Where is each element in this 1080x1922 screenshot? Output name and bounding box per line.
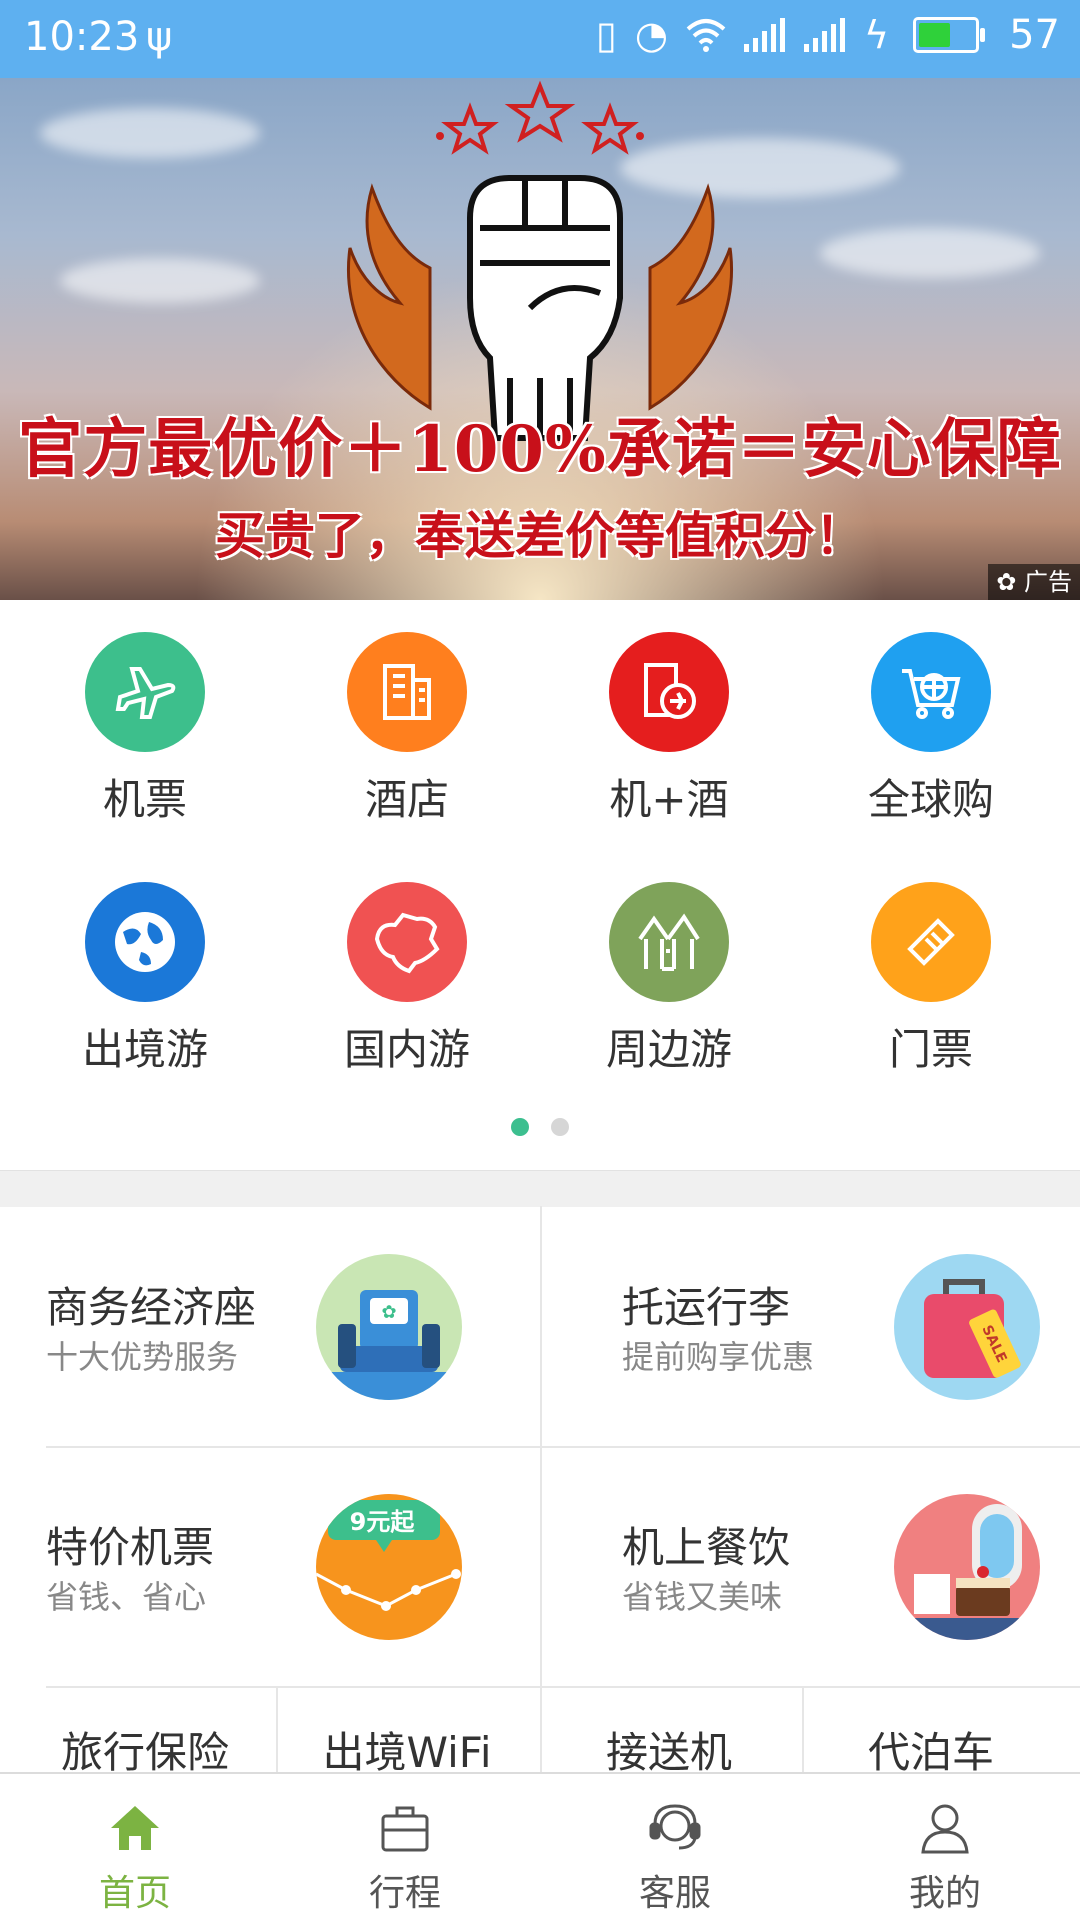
banner-subline: 买贵了，奉送差价等值积分！ (215, 506, 865, 565)
promo-banner[interactable]: 官方最优价＋100%承诺＝安心保障 买贵了，奉送差价等值积分！ ✿ 广告 (0, 78, 1080, 600)
status-time: 10:23 (24, 14, 140, 60)
category-flight-hotel[interactable]: 机+酒 (534, 600, 804, 840)
banner-headline: 官方最优价＋100%承诺＝安心保障 (18, 412, 1062, 487)
nav-label: 首页 (98, 1873, 171, 1914)
category-grid: 机票 酒店 机+酒 全球购 出境游 国内游 周边游 门票 (0, 600, 1080, 1170)
service-airport-transfer[interactable]: 接送机 (534, 1688, 804, 1772)
seat-icon: ✿ (316, 1254, 462, 1400)
nav-label: 我的 (908, 1873, 981, 1914)
ad-tag-label: 广告 (1024, 568, 1072, 596)
plane-icon (85, 632, 205, 752)
category-hotel[interactable]: 酒店 (272, 600, 542, 840)
luggage-sale-icon: SALE (894, 1254, 1040, 1400)
home-icon (111, 1806, 159, 1850)
service-label: 出境WiFi (322, 1728, 492, 1772)
service-valet-parking[interactable]: 代泊车 (796, 1688, 1066, 1772)
battery-level: 57 (1009, 12, 1060, 58)
service-label: 代泊车 (867, 1728, 994, 1772)
battery-icon (913, 17, 986, 53)
cart-globe-icon (871, 632, 991, 752)
service-travel-insurance[interactable]: 旅行保险 (10, 1688, 280, 1772)
briefcase-icon (381, 1806, 429, 1852)
promo-subtitle: 省钱又美味 (622, 1578, 783, 1616)
house-icon (609, 882, 729, 1002)
service-label: 接送机 (605, 1728, 732, 1772)
category-global-shopping[interactable]: 全球购 (796, 600, 1066, 840)
price-badge: 9元起 (350, 1508, 416, 1536)
nav-profile[interactable]: 我的 (810, 1774, 1080, 1922)
wifi-icon (686, 19, 726, 52)
inflight-meal-icon (894, 1494, 1040, 1640)
signal-icon (744, 18, 786, 52)
category-label: 周边游 (605, 1025, 732, 1074)
price-chart-icon: 9元起 (316, 1494, 462, 1640)
flight-hotel-icon (609, 632, 729, 752)
nav-itinerary[interactable]: 行程 (270, 1774, 540, 1922)
nav-customer-service[interactable]: 客服 (540, 1774, 810, 1922)
svg-text:✿: ✿ (381, 1302, 396, 1323)
ad-icon: ✿ (996, 568, 1017, 596)
promo-special-flights[interactable]: 特价机票 省钱、省心 9元起 (0, 1446, 540, 1686)
service-row: 旅行保险 出境WiFi 接送机 代泊车 (0, 1688, 1080, 1772)
promo-title: 托运行李 (622, 1283, 791, 1332)
nav-label: 行程 (368, 1873, 441, 1914)
promo-business-economy[interactable]: 商务经济座 十大优势服务 ✿ (0, 1206, 540, 1446)
battery-fill (919, 23, 951, 47)
category-label: 机+酒 (609, 775, 729, 824)
alarm-icon: ◔ (634, 13, 669, 57)
service-label: 旅行保险 (60, 1728, 229, 1772)
category-label: 全球购 (867, 775, 994, 824)
status-bar: 10:23 ψ ▯ ◔ ϟ 57 (0, 0, 1080, 78)
ticket-icon (871, 882, 991, 1002)
promo-title: 特价机票 (46, 1523, 215, 1572)
category-domestic-travel[interactable]: 国内游 (272, 850, 542, 1090)
category-outbound-travel[interactable]: 出境游 (10, 850, 280, 1090)
category-label: 国内游 (343, 1025, 470, 1074)
nav-home[interactable]: 首页 (0, 1774, 270, 1922)
service-outbound-wifi[interactable]: 出境WiFi (272, 1688, 542, 1772)
promo-subtitle: 十大优势服务 (46, 1338, 239, 1376)
promo-checked-baggage[interactable]: 托运行李 提前购享优惠 SALE (540, 1206, 1080, 1446)
ad-tag: ✿ 广告 (988, 564, 1080, 600)
category-flights[interactable]: 机票 (10, 600, 280, 840)
category-nearby-travel[interactable]: 周边游 (534, 850, 804, 1090)
page-dot[interactable] (551, 1118, 569, 1136)
promo-inflight-meals[interactable]: 机上餐饮 省钱又美味 (540, 1446, 1080, 1686)
signal-icon (804, 18, 846, 52)
category-label: 酒店 (364, 775, 449, 824)
promo-title: 机上餐饮 (622, 1523, 791, 1572)
vibrate-icon: ▯ (595, 13, 617, 57)
charging-icon: ϟ (864, 13, 890, 57)
promo-subtitle: 省钱、省心 (46, 1578, 207, 1616)
promo-title: 商务经济座 (46, 1283, 257, 1332)
nav-label: 客服 (638, 1873, 711, 1914)
globe-icon (85, 882, 205, 1002)
category-label: 出境游 (81, 1025, 208, 1074)
user-icon (921, 1804, 969, 1854)
category-label: 门票 (888, 1025, 973, 1074)
page-dot-active[interactable] (511, 1118, 529, 1136)
category-label: 机票 (102, 775, 187, 824)
headset-icon (649, 1804, 701, 1850)
category-tickets[interactable]: 门票 (796, 850, 1066, 1090)
promo-subtitle: 提前购享优惠 (622, 1338, 815, 1376)
china-map-icon (347, 882, 467, 1002)
status-icons: ▯ ◔ ϟ 57 (596, 12, 1060, 58)
promo-horizontal-divider (46, 1446, 1080, 1448)
section-divider (0, 1170, 1080, 1207)
building-icon (347, 632, 467, 752)
bottom-navigation: 首页 行程 客服 我的 (0, 1772, 1080, 1922)
page-indicator (0, 1118, 1080, 1136)
usb-icon: ψ (146, 14, 173, 60)
